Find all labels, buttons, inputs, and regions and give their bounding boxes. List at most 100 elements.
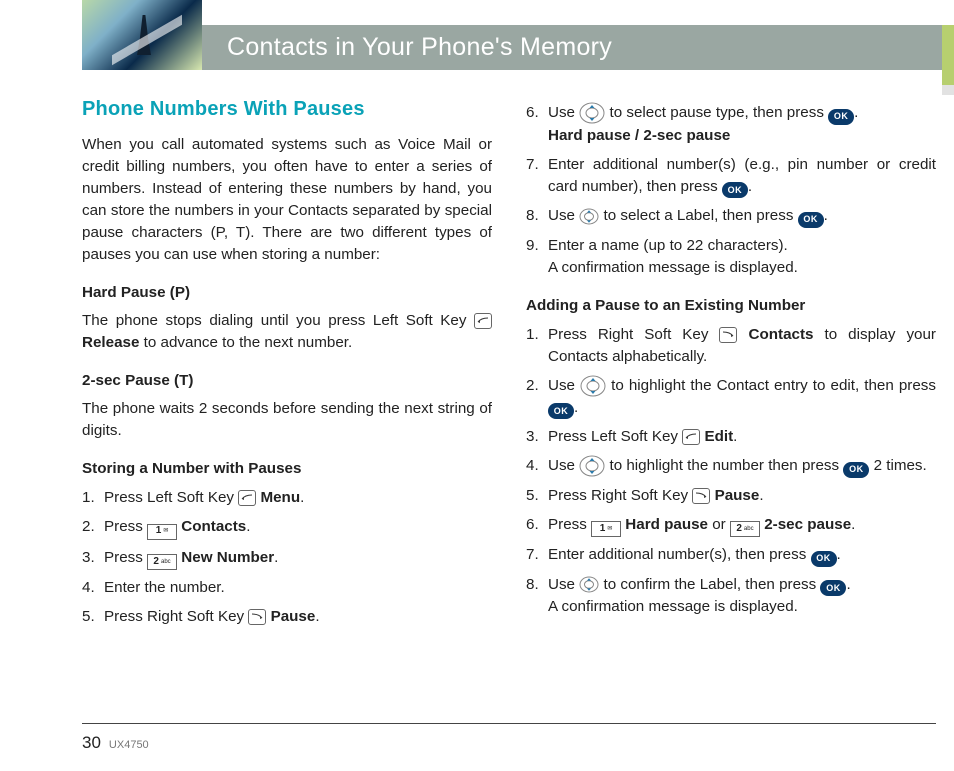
text: Use xyxy=(548,576,579,593)
model-number: UX4750 xyxy=(109,739,149,753)
right-soft-key-icon xyxy=(719,327,737,343)
list-item: Press 1✉ Hard pause or 2abc 2-sec pause. xyxy=(526,514,936,537)
storing-heading: Storing a Number with Pauses xyxy=(82,458,492,480)
adding-heading: Adding a Pause to an Existing Number xyxy=(526,295,936,317)
left-soft-key-icon xyxy=(682,429,700,445)
text: . xyxy=(748,178,752,195)
sub: abc xyxy=(744,525,754,534)
keypad-1-icon: 1✉ xyxy=(591,521,621,537)
contacts-label: Contacts xyxy=(749,326,814,343)
text: A confirmation message is displayed. xyxy=(548,259,798,276)
text: to highlight the Contact entry to edit, … xyxy=(611,377,936,394)
text: . xyxy=(733,428,737,445)
list-item: Enter additional number(s), then press O… xyxy=(526,544,936,567)
keypad-2-icon: 2abc xyxy=(147,554,177,570)
nav-key-icon xyxy=(579,102,605,124)
list-item: Use to highlight the Contact entry to ed… xyxy=(526,375,936,420)
two-sec-heading: 2-sec Pause (T) xyxy=(82,370,492,392)
text: to highlight the number then press xyxy=(609,457,843,474)
text: . xyxy=(246,518,250,535)
text: . xyxy=(851,516,855,533)
list-item: Press 1✉ Contacts. xyxy=(82,516,492,539)
adding-list: Press Right Soft Key Contacts to display… xyxy=(526,324,936,619)
text: A confirmation message is displayed. xyxy=(548,598,798,615)
release-label: Release xyxy=(82,334,139,351)
text: . xyxy=(824,207,828,224)
nav-key-icon xyxy=(579,208,599,225)
hard-pause-heading: Hard Pause (P) xyxy=(82,282,492,304)
ok-key-icon: OK xyxy=(798,212,824,228)
text: Press xyxy=(104,518,147,535)
hard-pause-text: The phone stops dialing until you press … xyxy=(82,310,492,354)
pause-label: Pause xyxy=(271,608,316,625)
text: to confirm the Label, then press xyxy=(603,576,820,593)
new-number-label: New Number xyxy=(181,549,274,566)
right-soft-key-icon xyxy=(248,609,266,625)
page-chapter-title: Contacts in Your Phone's Memory xyxy=(227,33,612,62)
side-tab-accent xyxy=(942,25,954,85)
text: Press xyxy=(548,516,591,533)
text: or xyxy=(708,516,730,533)
contacts-label: Contacts xyxy=(181,518,246,535)
text: . xyxy=(846,576,850,593)
menu-label: Menu xyxy=(260,489,300,506)
text: . xyxy=(837,546,841,563)
ok-key-icon: OK xyxy=(722,182,748,198)
text: Enter additional number(s), then press xyxy=(548,546,811,563)
text: to select a Label, then press xyxy=(603,207,797,224)
list-item: Use to select pause type, then press OK.… xyxy=(526,102,936,147)
list-item: Press 2abc New Number. xyxy=(82,547,492,570)
edit-label: Edit xyxy=(704,428,733,445)
storing-list-continued: Use to select pause type, then press OK.… xyxy=(526,102,936,279)
list-item: Enter a name (up to 22 characters). A co… xyxy=(526,235,936,279)
left-column: Phone Numbers With Pauses When you call … xyxy=(82,95,492,713)
list-item: Enter the number. xyxy=(82,577,492,599)
storing-list: Press Left Soft Key Menu. Press 1✉ Conta… xyxy=(82,487,492,628)
text: Press Left Soft Key xyxy=(548,428,682,445)
digit: 2 xyxy=(736,522,742,537)
text: Press xyxy=(104,549,147,566)
list-item: Enter additional number(s) (e.g., pin nu… xyxy=(526,154,936,199)
header-band: Contacts in Your Phone's Memory xyxy=(0,0,954,70)
text: Press Right Soft Key xyxy=(104,608,248,625)
text: . xyxy=(315,608,319,625)
section-title: Phone Numbers With Pauses xyxy=(82,95,492,124)
text: Use xyxy=(548,104,579,121)
nav-key-icon xyxy=(579,455,605,477)
text: to advance to the next number. xyxy=(144,334,353,351)
text: . xyxy=(574,399,578,416)
right-column: Use to select pause type, then press OK.… xyxy=(526,95,936,713)
text: Use xyxy=(548,207,579,224)
ok-key-icon: OK xyxy=(843,462,869,478)
text: The phone stops dialing until you press … xyxy=(82,312,474,329)
nav-key-icon xyxy=(580,375,606,397)
text: Press Right Soft Key xyxy=(548,487,692,504)
header-photo xyxy=(82,0,202,70)
list-item: Press Left Soft Key Menu. xyxy=(82,487,492,509)
text: . xyxy=(300,489,304,506)
text: Enter a name (up to 22 characters). xyxy=(548,237,788,254)
text: 2 times. xyxy=(869,457,926,474)
text: . xyxy=(854,104,858,121)
text: Use xyxy=(548,377,580,394)
sub: abc xyxy=(161,558,171,567)
ok-key-icon: OK xyxy=(811,551,837,567)
text: . xyxy=(274,549,278,566)
ok-key-icon: OK xyxy=(548,403,574,419)
ok-key-icon: OK xyxy=(828,109,854,125)
nav-key-icon xyxy=(579,576,599,593)
text: Press Right Soft Key xyxy=(548,326,719,343)
text: Press Left Soft Key xyxy=(104,489,238,506)
list-item: Use to select a Label, then press OK. xyxy=(526,205,936,228)
list-item: Use to highlight the number then press O… xyxy=(526,455,936,478)
list-item: Press Right Soft Key Pause. xyxy=(82,606,492,628)
ok-key-icon: OK xyxy=(820,580,846,596)
side-tab-grey xyxy=(942,85,954,95)
left-soft-key-icon xyxy=(238,490,256,506)
pause-label: Pause xyxy=(715,487,760,504)
keypad-1-icon: 1✉ xyxy=(147,524,177,540)
digit: 1 xyxy=(156,524,162,539)
pause-types-label: Hard pause / 2-sec pause xyxy=(548,127,730,144)
page-content: Phone Numbers With Pauses When you call … xyxy=(82,95,936,713)
list-item: Use to confirm the Label, then press OK.… xyxy=(526,574,936,619)
